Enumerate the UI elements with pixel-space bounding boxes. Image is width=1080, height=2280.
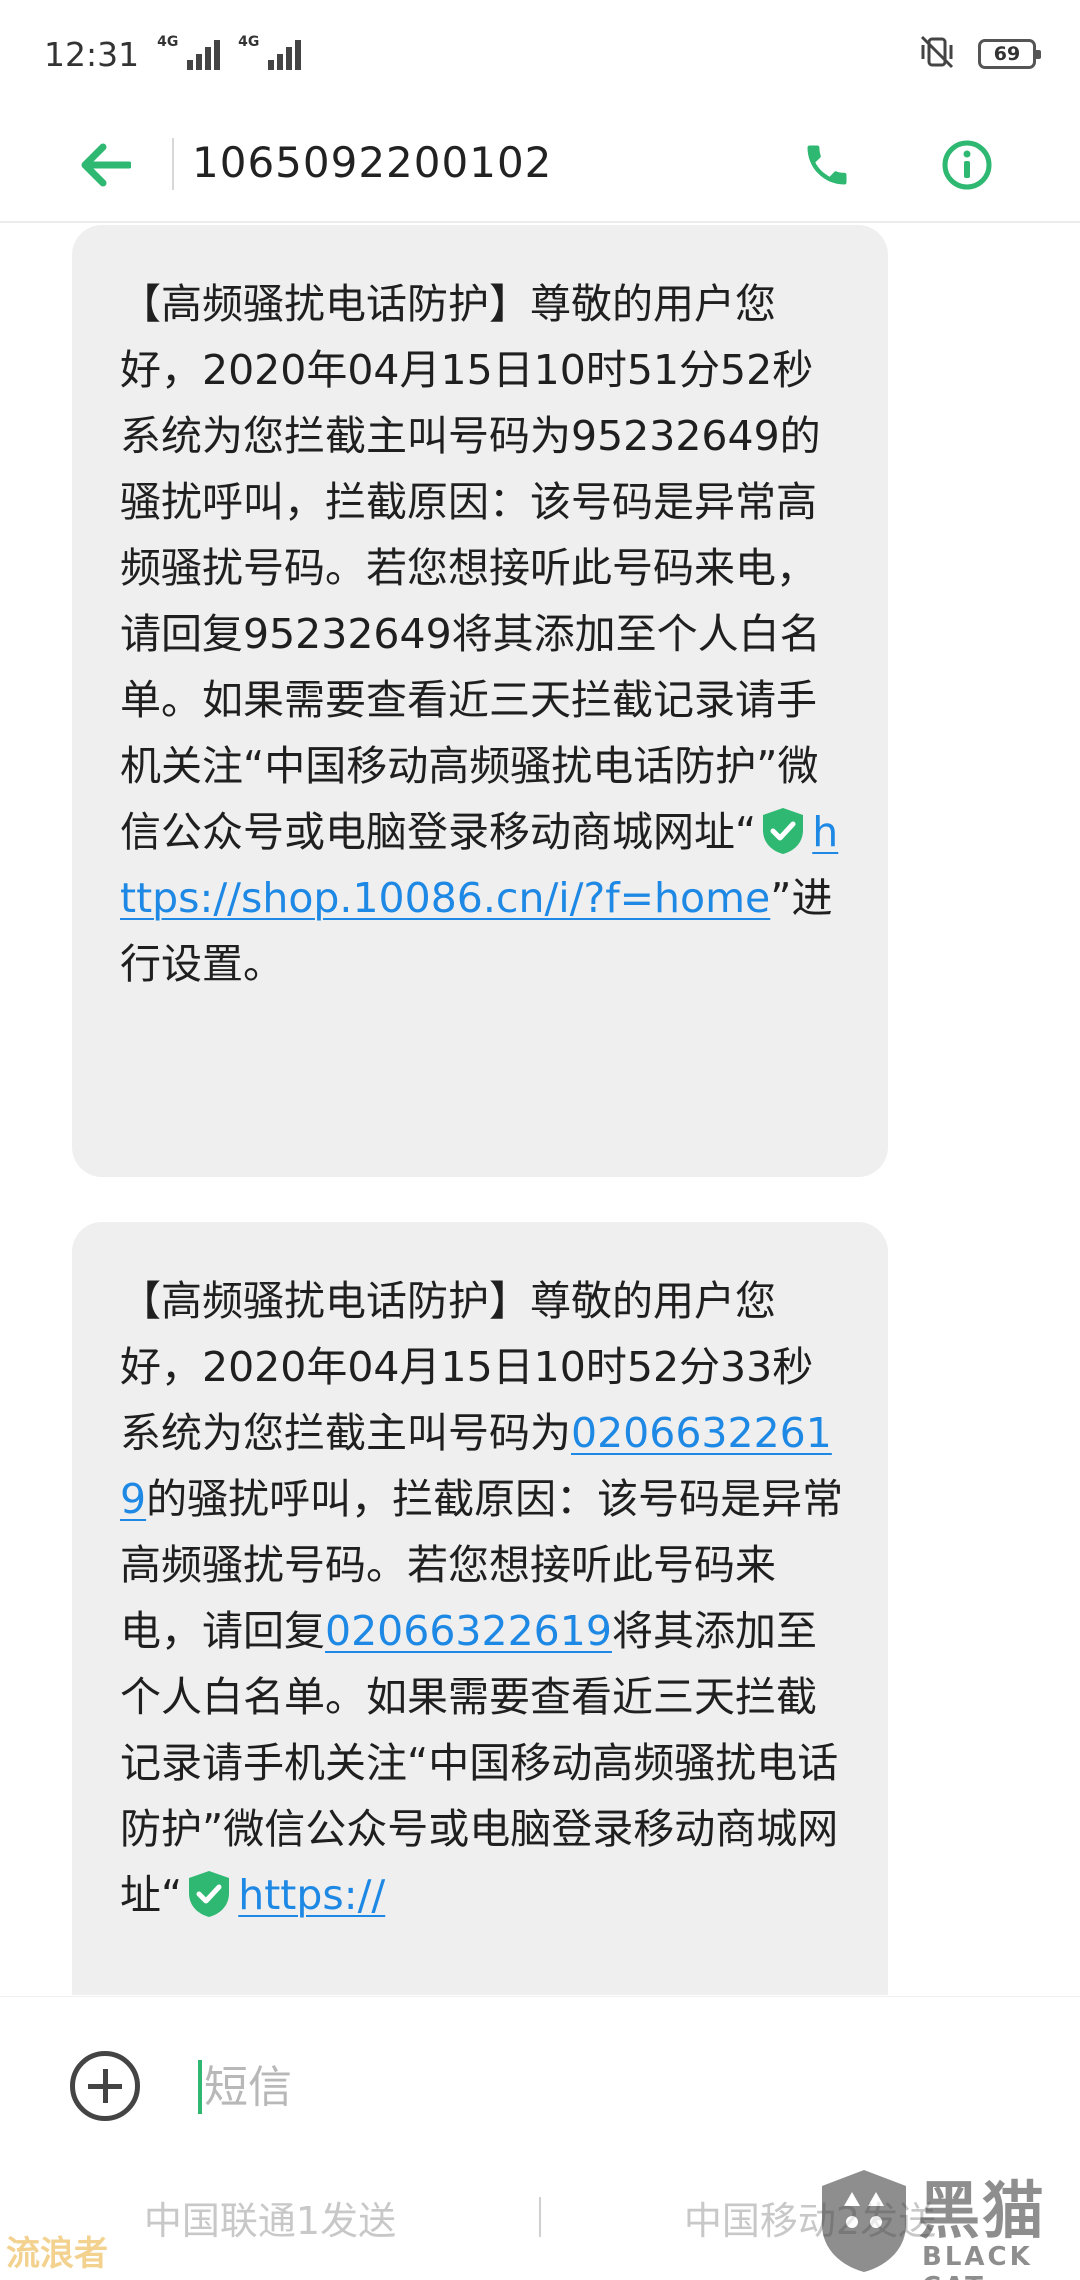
network-type-label: 4G: [157, 34, 179, 50]
call-button[interactable]: [790, 128, 864, 202]
signal-icon: 4G: [238, 34, 302, 70]
info-button[interactable]: [930, 128, 1004, 202]
status-left: 12:31 4G 4G: [44, 34, 302, 74]
cat-logo-icon: [822, 2170, 906, 2272]
shield-check-icon: [763, 808, 804, 854]
add-attachment-button[interactable]: [70, 2051, 140, 2121]
message-bubble[interactable]: 【高频骚扰电话防护】尊敬的用户您好，2020年04月15日10时52分33秒系统…: [72, 1222, 888, 1995]
text-cursor: [198, 2060, 202, 2114]
watermark-brand-cn: 黑猫: [918, 2174, 1047, 2247]
signal-icon: 4G: [157, 34, 221, 70]
network-type-label: 4G: [238, 34, 260, 50]
battery-icon: 69: [978, 39, 1041, 69]
status-time: 12:31: [44, 34, 140, 74]
info-icon: [942, 140, 992, 190]
message-list[interactable]: 【高频骚扰电话防护】尊敬的用户您好，2020年04月15日10时51分52秒系统…: [0, 225, 1080, 1995]
conversation-header: 1065092200102: [0, 108, 1080, 223]
back-button[interactable]: [70, 132, 140, 198]
url-link[interactable]: https://: [238, 1871, 385, 1919]
status-bar: 12:31 4G 4G 69: [0, 0, 1080, 108]
shield-check-icon: [189, 1871, 230, 1917]
message-bubble[interactable]: 【高频骚扰电话防护】尊敬的用户您好，2020年04月15日10时51分52秒系统…: [72, 225, 888, 1177]
phone-icon: [807, 145, 847, 185]
sms-input-wrap[interactable]: [198, 2055, 998, 2119]
status-right: 69: [918, 33, 1041, 75]
message-text: 【高频骚扰电话防护】尊敬的用户您好，2020年04月15日10时51分52秒系统…: [120, 280, 821, 856]
watermark-blackcat: 黑猫 BLACK CAT: [808, 2160, 1080, 2280]
header-divider: [172, 138, 174, 190]
sms-input[interactable]: [204, 2061, 964, 2113]
contact-number: 1065092200102: [192, 138, 553, 187]
watermark-brand-en: BLACK CAT: [922, 2242, 1033, 2280]
sms-conversation-screen: 12:31 4G 4G 69 1065092200102 【高频骚扰电话防护】尊…: [0, 0, 1080, 2280]
watermark-left: 流浪者: [6, 2234, 108, 2274]
arrow-left-icon: [81, 143, 131, 187]
phone-number-link[interactable]: 02066322619: [325, 1607, 612, 1655]
vibrate-mute-icon: [918, 33, 956, 75]
